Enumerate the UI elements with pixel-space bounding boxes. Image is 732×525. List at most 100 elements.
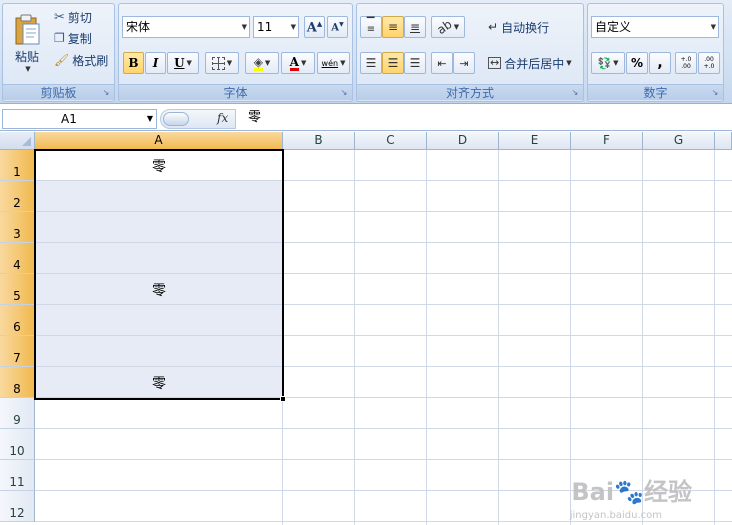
font-name-select[interactable]: 宋体 ▼ (122, 16, 250, 38)
column-header-f[interactable]: F (571, 132, 643, 150)
column-gridline (570, 150, 571, 525)
alignment-group: ▔ ≡ ≡ ≡ ab ▼ ↵ 自动换行 ☰ ☰ ☰ ⇤ ⇥ ↔ 合并后居中 ▼ … (356, 3, 584, 102)
align-right-button[interactable]: ☰ (404, 52, 426, 74)
paste-label: 粘贴 (14, 49, 39, 64)
format-painter-button[interactable]: 🖌 格式刷 (51, 51, 111, 69)
formula-bar-resize-handle[interactable] (163, 112, 189, 126)
insert-function-icon[interactable]: fx (217, 111, 228, 125)
chevron-down-icon: ▼ (453, 23, 460, 31)
text-orientation-icon: ab (434, 16, 455, 38)
increase-indent-button[interactable]: ⇥ (453, 52, 475, 74)
column-header-e[interactable]: E (499, 132, 571, 150)
name-box[interactable]: A1 ▼ (2, 109, 157, 129)
number-group-label: 数字 (588, 84, 723, 100)
formula-input[interactable]: 零 (238, 109, 730, 129)
chevron-down-icon[interactable]: ▼ (147, 110, 153, 128)
increase-indent-icon: ⇥ (459, 56, 469, 70)
watermark-url: jingyan.baidu.com (569, 510, 662, 521)
paw-icon: 🐾 (614, 478, 644, 506)
fill-color-button[interactable]: ◈ ▼ (245, 52, 279, 74)
cut-label: 剪切 (67, 10, 92, 25)
spreadsheet-grid[interactable]: ABCDEFG 1 2 3 4 5 6 7 8 9 10 11 12 零 零 零 Bai🐾经验 jin… (0, 132, 732, 525)
align-left-button[interactable]: ☰ (360, 52, 382, 74)
chevron-down-icon: ▼ (300, 59, 307, 67)
row-header-9[interactable]: 9 (0, 398, 35, 429)
bold-button[interactable]: B (123, 52, 144, 74)
italic-button[interactable]: I (145, 52, 166, 74)
dialog-launcher-icon[interactable]: ↘ (570, 88, 580, 98)
align-middle-icon: ≡ (387, 20, 399, 34)
fill-handle[interactable] (280, 396, 286, 402)
row-header-6[interactable]: 6 (0, 305, 35, 336)
row-header-7[interactable]: 7 (0, 336, 35, 367)
shrink-font-button[interactable]: A▼ (327, 16, 348, 38)
watermark-brand-suffix: 经验 (644, 478, 692, 506)
formula-controls: fx (160, 109, 236, 129)
align-center-icon: ☰ (387, 56, 399, 70)
chevron-down-icon: ▼ (613, 59, 619, 67)
row-header-5[interactable]: 5 (0, 274, 35, 305)
comma-style-button[interactable]: , (649, 52, 671, 74)
phonetic-button[interactable]: wén ▼ (317, 52, 350, 74)
row-header-11[interactable]: 11 (0, 460, 35, 491)
column-header-a[interactable]: A (35, 132, 283, 150)
copy-button[interactable]: ❐ 复制 (51, 29, 95, 47)
column-gridline (354, 150, 355, 525)
comma-icon: , (657, 55, 663, 71)
column-header-c[interactable]: C (355, 132, 427, 150)
row-header-8[interactable]: 8 (0, 367, 35, 398)
align-top-icon: ▔ ≡ (366, 18, 376, 35)
grow-font-glyph: A (306, 20, 317, 36)
merge-center-button[interactable]: ↔ 合并后居中 ▼ (485, 53, 575, 73)
chevron-down-icon: ▼ (710, 23, 716, 31)
select-all-corner[interactable] (0, 132, 35, 150)
column-gridline (426, 150, 427, 525)
number-format-select[interactable]: 自定义 ▼ (591, 16, 719, 38)
increase-decimal-button[interactable]: +.0 .00 (675, 52, 697, 74)
dialog-launcher-icon[interactable]: ↘ (710, 88, 720, 98)
align-center-button[interactable]: ☰ (382, 52, 404, 74)
clipboard-group: 粘贴 ▼ ✂ 剪切 ❐ 复制 🖌 格式刷 剪贴板 ↘ (2, 3, 115, 102)
copy-label: 复制 (67, 31, 92, 46)
watermark-logo: Bai🐾经验 (571, 472, 692, 507)
accounting-format-button[interactable]: 💱 ▼ (591, 52, 625, 74)
paste-icon (15, 14, 40, 44)
underline-icon: U (174, 56, 185, 70)
font-size-select[interactable]: 11 ▼ (253, 16, 299, 38)
row-header-3[interactable]: 3 (0, 212, 35, 243)
row-header-10[interactable]: 10 (0, 429, 35, 460)
borders-icon (211, 56, 225, 70)
chevron-down-icon: ▼ (566, 59, 572, 67)
align-middle-button[interactable]: ≡ (382, 16, 404, 38)
chevron-down-icon: ▼ (340, 59, 346, 67)
paste-button[interactable]: 粘贴 ▼ (7, 6, 47, 80)
column-header-g[interactable]: G (643, 132, 715, 150)
dialog-launcher-icon[interactable]: ↘ (101, 88, 111, 98)
orientation-button[interactable]: ab ▼ (431, 16, 465, 38)
dialog-launcher-icon[interactable]: ↘ (339, 88, 349, 98)
row-header-12[interactable]: 12 (0, 491, 35, 522)
column-header-b[interactable]: B (283, 132, 355, 150)
cut-button[interactable]: ✂ 剪切 (51, 8, 95, 26)
borders-button[interactable]: ▼ (205, 52, 239, 74)
paint-bucket-icon: ◈ (253, 54, 263, 71)
align-bottom-button[interactable]: ≡ (404, 16, 426, 38)
grow-font-button[interactable]: A▲ (304, 16, 325, 38)
row-header-2[interactable]: 2 (0, 181, 35, 212)
align-left-icon: ☰ (365, 56, 377, 70)
font-color-button[interactable]: A ▼ (281, 52, 315, 74)
column-header-next[interactable] (715, 132, 732, 150)
wrap-text-button[interactable]: ↵ 自动换行 (485, 17, 552, 37)
column-header-d[interactable]: D (427, 132, 499, 150)
row-gridline (35, 459, 732, 460)
percent-style-button[interactable]: % (626, 52, 648, 74)
underline-button[interactable]: U ▼ (167, 52, 199, 74)
row-header-1[interactable]: 1 (0, 150, 35, 181)
align-top-button[interactable]: ▔ ≡ (360, 16, 382, 38)
decrease-indent-button[interactable]: ⇤ (431, 52, 453, 74)
chevron-down-icon: ▼ (25, 64, 31, 73)
decrease-decimal-button[interactable]: .00 +.0 (698, 52, 720, 74)
chevron-down-icon: ▼ (290, 23, 296, 31)
font-name-value: 宋体 (126, 20, 151, 34)
row-header-4[interactable]: 4 (0, 243, 35, 274)
